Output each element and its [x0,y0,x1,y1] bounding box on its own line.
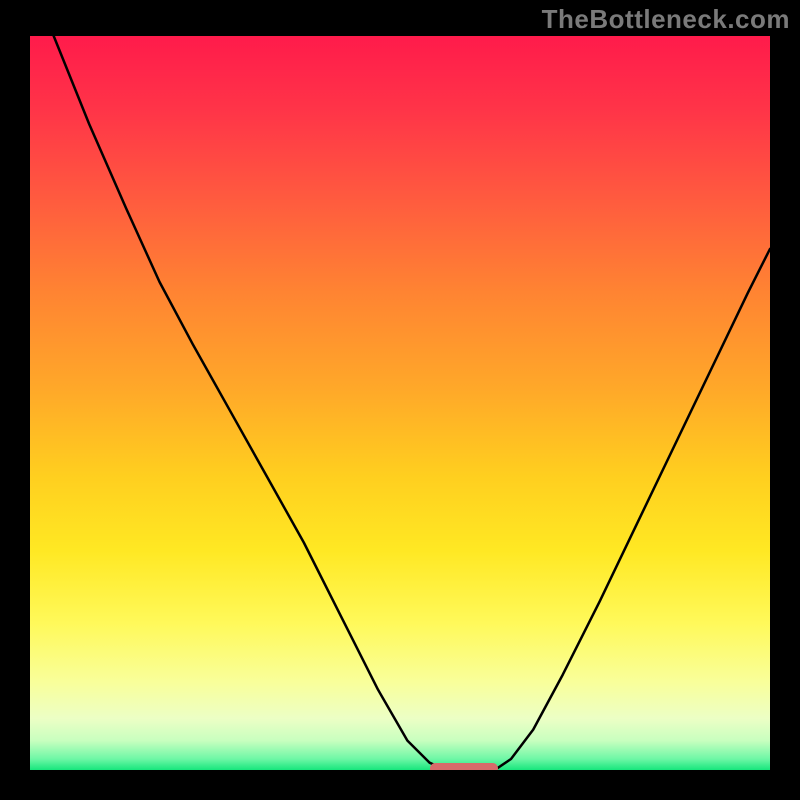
optimal-marker [430,763,498,770]
chart-svg [30,36,770,770]
plot-area [30,36,770,770]
chart-frame: TheBottleneck.com [0,0,800,800]
gradient-rect [30,36,770,770]
watermark-text: TheBottleneck.com [542,4,790,35]
